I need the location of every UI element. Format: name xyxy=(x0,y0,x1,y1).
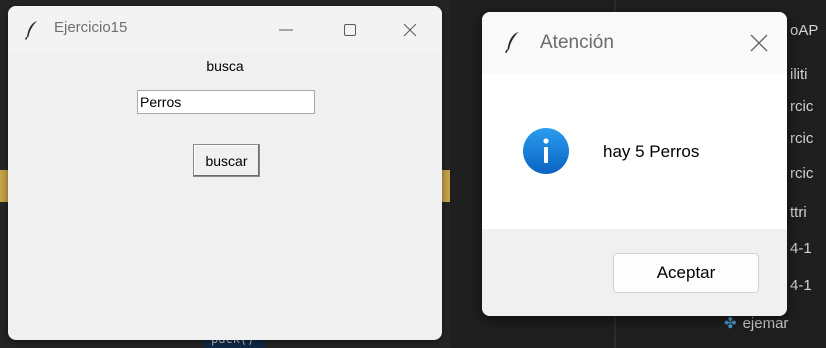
dialog-message: hay 5 Perros xyxy=(603,142,700,161)
message-dialog: Atención hay 5 Perros Aceptar xyxy=(482,12,787,316)
python-file-icon: ✤ xyxy=(724,315,737,332)
info-icon xyxy=(523,128,569,174)
dialog-footer: Aceptar xyxy=(482,229,787,316)
dialog-title: Atención xyxy=(540,32,614,53)
minimize-icon[interactable] xyxy=(266,16,306,44)
dialog-body: hay 5 Perros xyxy=(482,74,787,229)
file-item[interactable]: oAP xyxy=(790,22,819,39)
feather-icon xyxy=(505,31,519,54)
search-button[interactable]: buscar xyxy=(193,144,260,177)
file-item[interactable]: 4-1 xyxy=(790,240,812,257)
file-item[interactable]: rcic xyxy=(790,98,814,115)
accept-button[interactable]: Aceptar xyxy=(613,253,759,293)
file-item[interactable]: rcic xyxy=(790,130,814,147)
file-item[interactable]: 4-1 xyxy=(790,277,812,294)
feather-icon xyxy=(24,21,37,40)
file-label: ejemar xyxy=(742,315,789,332)
window-title: Ejercicio15 xyxy=(54,19,128,36)
dialog-titlebar[interactable]: Atención xyxy=(482,12,787,74)
search-input[interactable]: Perros xyxy=(137,90,315,114)
file-item[interactable]: rcic xyxy=(790,165,814,182)
main-window: Ejercicio15 busca Perros buscar xyxy=(8,6,442,340)
explorer-file-list: oAP iliti rcic rcic rcic ttri 4-1 4-1 xyxy=(790,0,826,348)
explorer-file-ejemar[interactable]: ✤ ejemar xyxy=(724,314,788,332)
search-label: busca xyxy=(206,58,244,74)
file-item[interactable]: ttri xyxy=(790,204,807,221)
file-item[interactable]: iliti xyxy=(790,66,808,83)
titlebar[interactable]: Ejercicio15 xyxy=(8,6,442,52)
close-icon[interactable] xyxy=(390,16,430,44)
close-icon[interactable] xyxy=(746,30,772,56)
maximize-icon[interactable] xyxy=(330,16,370,44)
